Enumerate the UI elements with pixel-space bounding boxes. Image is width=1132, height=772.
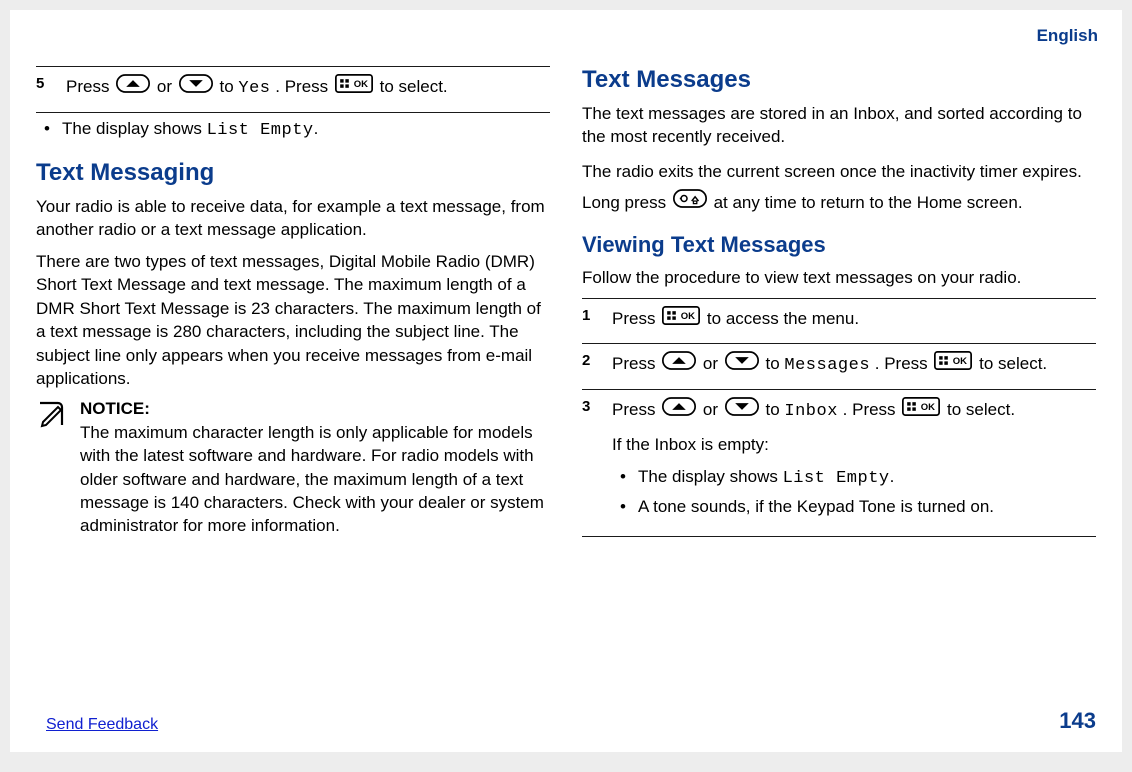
code-text: Yes — [238, 79, 270, 98]
page-footer: Send Feedback 143 — [46, 708, 1096, 734]
right-column: Text Messages The text messages are stor… — [582, 66, 1096, 546]
text: . — [890, 467, 895, 486]
ok-key-icon — [335, 74, 373, 101]
text: to select. — [947, 400, 1015, 419]
text: or — [157, 77, 177, 96]
step-number: 2 — [582, 350, 598, 379]
text: to — [220, 77, 239, 96]
paragraph: There are two types of text messages, Di… — [36, 250, 550, 391]
text: The display shows — [62, 119, 207, 138]
text: Press — [66, 77, 114, 96]
code-text: Messages — [784, 356, 870, 375]
home-key-icon — [673, 188, 707, 219]
step-1: 1 Press to access the menu. — [582, 299, 1096, 343]
send-feedback-link[interactable]: Send Feedback — [46, 716, 158, 734]
text: . — [314, 119, 319, 138]
text: to select. — [380, 77, 448, 96]
left-column: 5 Press or to Yes . Press to select. The — [36, 66, 550, 546]
paragraph: Your radio is able to receive data, for … — [36, 195, 550, 242]
ok-key-icon — [662, 306, 700, 333]
step-number: 3 — [582, 396, 598, 526]
language-label: English — [1037, 26, 1098, 46]
text: Press — [612, 354, 660, 373]
paragraph: The radio exits the current screen once … — [582, 157, 1096, 218]
step-number: 1 — [582, 305, 598, 333]
notice-title: NOTICE: — [80, 399, 550, 419]
page-number: 143 — [1059, 708, 1096, 734]
list-item: A tone sounds, if the Keypad Tone is tur… — [616, 495, 1096, 519]
text: to — [766, 400, 785, 419]
notice-block: NOTICE: The maximum character length is … — [36, 399, 550, 546]
step-body: Press or to Inbox . Press to select. If … — [612, 396, 1096, 526]
section-heading: Text Messages — [582, 66, 1096, 94]
ok-key-icon — [934, 351, 972, 378]
code-text: Inbox — [784, 402, 838, 421]
page: English 5 Press or to Yes . Press to sel… — [10, 10, 1122, 752]
notice-body: The maximum character length is only app… — [80, 421, 550, 538]
step-3: 3 Press or to Inbox . Press to select. I… — [582, 390, 1096, 536]
down-arrow-key-icon — [179, 74, 213, 101]
notice-icon — [36, 399, 66, 546]
step-2: 2 Press or to Messages . Press to select… — [582, 344, 1096, 389]
down-arrow-key-icon — [725, 397, 759, 424]
step-line: Press or to Inbox . Press to select. — [612, 396, 1096, 425]
list-item: The display shows List Empty. — [616, 465, 1096, 491]
step-body: Press or to Yes . Press to select. — [66, 73, 550, 102]
up-arrow-key-icon — [662, 351, 696, 378]
text: at any time to return to the Home screen… — [714, 193, 1023, 212]
bullet-list: The display shows List Empty. A tone sou… — [612, 465, 1096, 519]
down-arrow-key-icon — [725, 351, 759, 378]
rule — [36, 112, 550, 113]
code-text: List Empty — [783, 469, 890, 488]
text: . Press — [275, 77, 333, 96]
sub-paragraph: If the Inbox is empty: — [612, 433, 1096, 456]
step-5: 5 Press or to Yes . Press to select. — [36, 67, 550, 112]
step-number: 5 — [36, 73, 52, 102]
step-body: Press or to Messages . Press to select. — [612, 350, 1096, 379]
text: or — [703, 354, 723, 373]
text: to select. — [979, 354, 1047, 373]
paragraph: Follow the procedure to view text messag… — [582, 266, 1096, 289]
up-arrow-key-icon — [662, 397, 696, 424]
section-heading: Text Messaging — [36, 159, 550, 187]
text: Press — [612, 309, 660, 328]
code-text: List Empty — [207, 121, 314, 140]
notice-content: NOTICE: The maximum character length is … — [80, 399, 550, 546]
subsection-heading: Viewing Text Messages — [582, 232, 1096, 258]
list-item: The display shows List Empty. — [40, 117, 550, 143]
paragraph: The text messages are stored in an Inbox… — [582, 102, 1096, 149]
bullet-list: The display shows List Empty. — [36, 117, 550, 143]
text: to — [766, 354, 785, 373]
text: The display shows — [638, 467, 783, 486]
step-body: Press to access the menu. — [612, 305, 1096, 333]
text: Press — [612, 400, 660, 419]
up-arrow-key-icon — [116, 74, 150, 101]
ok-key-icon — [902, 397, 940, 424]
text: to access the menu. — [707, 309, 859, 328]
rule — [582, 536, 1096, 537]
text: . Press — [875, 354, 933, 373]
text: . Press — [843, 400, 901, 419]
text: or — [703, 400, 723, 419]
content-columns: 5 Press or to Yes . Press to select. The — [10, 30, 1122, 546]
